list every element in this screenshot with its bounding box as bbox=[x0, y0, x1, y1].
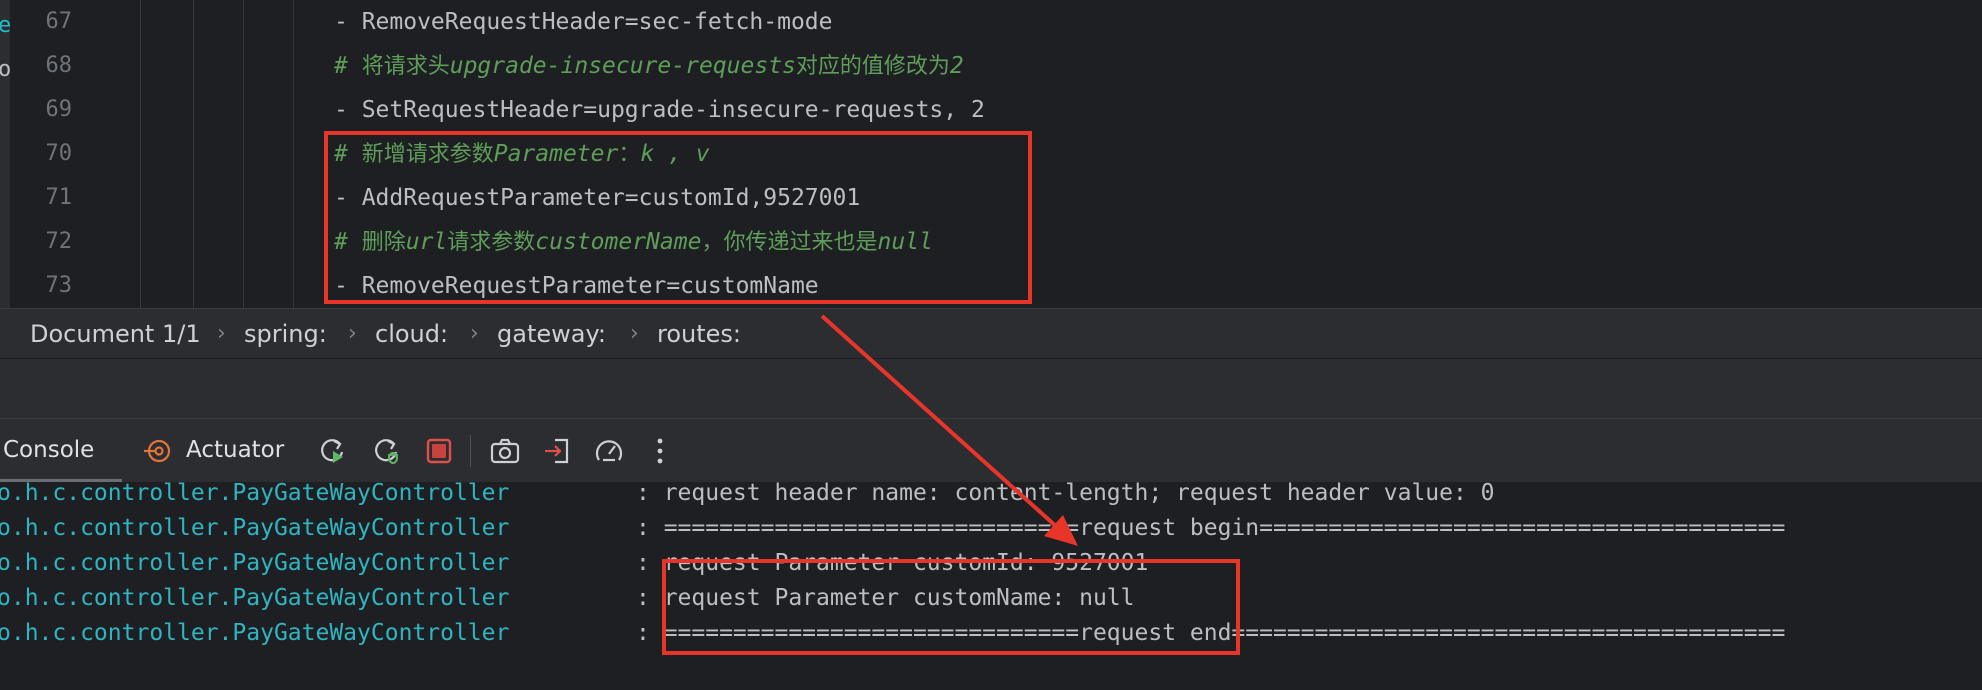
tab-console[interactable]: Console bbox=[0, 419, 122, 483]
line-number: 71 bbox=[45, 185, 73, 210]
code-line[interactable]: 67 - RemoveRequestHeader=sec-fetch-mode bbox=[0, 0, 1982, 44]
line-number: 73 bbox=[45, 273, 73, 298]
code-line[interactable]: 69 - SetRequestHeader=upgrade-insecure-re… bbox=[0, 88, 1982, 132]
breadcrumb-separator-icon: › bbox=[348, 321, 357, 346]
code-highlight-box bbox=[324, 131, 1032, 304]
code-token: - SetRequestHeader=upgrade-insecure-requ… bbox=[334, 97, 985, 123]
tab-console-label: Console bbox=[3, 437, 95, 463]
log-logger-link[interactable]: o.h.c.controller.PayGateWayController bbox=[0, 611, 509, 655]
actuator-icon bbox=[144, 439, 171, 463]
tab-actuator-label: Actuator bbox=[186, 437, 285, 463]
speedometer-icon[interactable] bbox=[594, 436, 624, 466]
code-line[interactable]: 68 # 将请求头upgrade-insecure-requests对应的值修改为… bbox=[0, 44, 1982, 88]
breadcrumb-item-document[interactable]: Document 1/1 bbox=[30, 309, 201, 359]
line-number: 67 bbox=[45, 9, 73, 34]
code-token: 2 bbox=[949, 53, 964, 79]
line-number: 69 bbox=[45, 97, 73, 122]
breadcrumb-separator-icon: › bbox=[470, 321, 479, 346]
line-number: 70 bbox=[45, 141, 73, 166]
stop-icon[interactable] bbox=[424, 436, 454, 466]
code-token: 对应的值修改为 bbox=[795, 54, 950, 79]
breadcrumb: Document 1/1 › spring: › cloud: › gatewa… bbox=[0, 308, 1982, 358]
breadcrumb-item-gateway[interactable]: gateway: bbox=[497, 309, 606, 359]
code-comment: # 将请求头upgrade-insecure-requests对应的值修改为2 bbox=[334, 44, 964, 89]
more-options-icon[interactable] bbox=[646, 436, 676, 466]
code-token: 将请求头 bbox=[361, 54, 450, 79]
code-token: - RemoveRequestHeader=sec-fetch-mode bbox=[334, 9, 833, 35]
breadcrumb-separator-icon: › bbox=[217, 321, 226, 346]
rerun-icon[interactable] bbox=[318, 436, 348, 466]
line-number: 68 bbox=[45, 53, 73, 78]
login-icon[interactable] bbox=[542, 436, 572, 466]
toolbar-divider bbox=[470, 435, 471, 467]
console-highlight-box bbox=[662, 559, 1240, 655]
breadcrumb-separator-icon: › bbox=[630, 321, 639, 346]
panel-gap bbox=[0, 358, 1982, 418]
breadcrumb-item-routes[interactable]: routes: bbox=[657, 309, 741, 359]
breadcrumb-item-spring[interactable]: spring: bbox=[244, 309, 327, 359]
rerun-debug-icon[interactable] bbox=[372, 436, 402, 466]
code-token: upgrade-insecure-requests bbox=[449, 53, 796, 79]
run-toolbar: Console Actuator bbox=[0, 418, 1982, 483]
line-number: 72 bbox=[45, 229, 73, 254]
code-statement: - SetRequestHeader=upgrade-insecure-requ… bbox=[334, 88, 985, 132]
camera-icon[interactable] bbox=[490, 436, 520, 466]
code-token: # bbox=[334, 53, 362, 79]
breadcrumb-item-cloud[interactable]: cloud: bbox=[375, 309, 448, 359]
code-statement: - RemoveRequestHeader=sec-fetch-mode bbox=[334, 0, 833, 44]
